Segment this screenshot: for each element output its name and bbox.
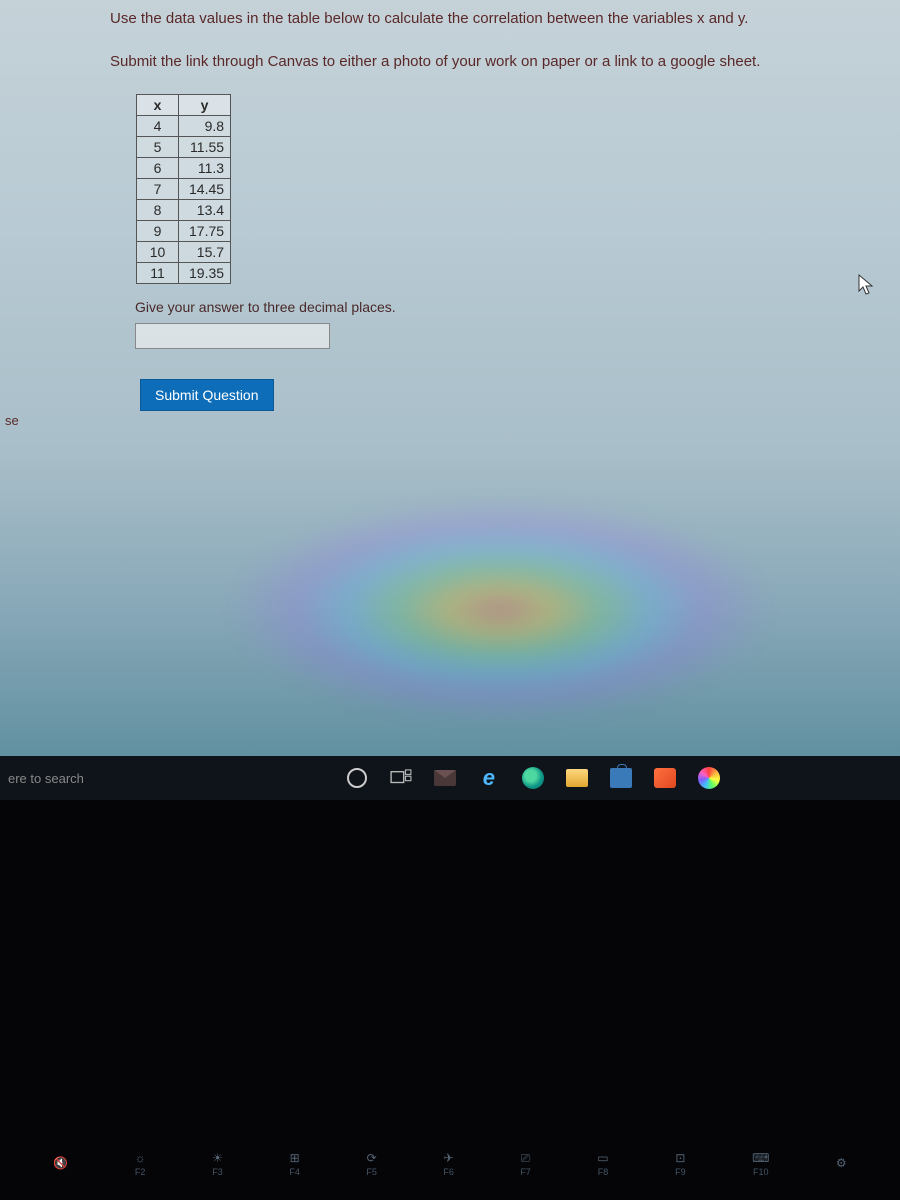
- edge-icon[interactable]: [520, 765, 546, 791]
- question-panel: Use the data values in the table below t…: [0, 0, 900, 431]
- data-table: x y 49.8 511.55 611.3 714.45 813.4 917.7…: [136, 94, 231, 284]
- cell-y: 17.75: [179, 221, 231, 242]
- fn-key-f8[interactable]: ▭F8: [597, 1152, 608, 1177]
- submit-question-button[interactable]: Submit Question: [140, 379, 274, 411]
- table-header-y: y: [179, 95, 231, 116]
- fn-key-f9[interactable]: ⊡F9: [675, 1152, 686, 1177]
- cell-y: 19.35: [179, 263, 231, 284]
- cell-y: 11.55: [179, 137, 231, 158]
- fn-key-f5[interactable]: ⟳F5: [366, 1152, 377, 1177]
- cell-x: 9: [137, 221, 179, 242]
- fn-key-f7[interactable]: ⎚F7: [520, 1152, 531, 1177]
- answer-prompt: Give your answer to three decimal places…: [135, 299, 880, 315]
- fn-key-f4[interactable]: ⊞F4: [289, 1152, 300, 1177]
- microsoft-store-icon[interactable]: [608, 765, 634, 791]
- internet-explorer-icon[interactable]: e: [476, 765, 502, 791]
- task-view-icon[interactable]: [388, 765, 414, 791]
- instruction-line-1: Use the data values in the table below t…: [110, 8, 880, 29]
- taskbar-icons-group: e: [344, 765, 722, 791]
- windows-taskbar[interactable]: ere to search e: [0, 756, 900, 800]
- fn-key-brightness-up[interactable]: ☀F3: [212, 1152, 223, 1177]
- cell-x: 11: [137, 263, 179, 284]
- table-row: 813.4: [137, 200, 231, 221]
- cortana-icon[interactable]: [344, 765, 370, 791]
- screen-glare: [160, 470, 840, 750]
- instruction-line-2: Submit the link through Canvas to either…: [110, 51, 880, 72]
- file-explorer-icon[interactable]: [564, 765, 590, 791]
- fn-key-f10[interactable]: ⌨F10: [752, 1152, 769, 1177]
- table-header-x: x: [137, 95, 179, 116]
- table-row: 1119.35: [137, 263, 231, 284]
- fn-key-mute[interactable]: 🔇: [53, 1157, 68, 1172]
- cursor-icon: [858, 274, 876, 303]
- cell-y: 15.7: [179, 242, 231, 263]
- fn-key-settings[interactable]: ⚙: [836, 1157, 847, 1172]
- app-icon-rainbow[interactable]: [696, 765, 722, 791]
- fn-key-brightness-down[interactable]: ☼F2: [135, 1152, 146, 1177]
- table-row: 917.75: [137, 221, 231, 242]
- below-screen-area: 🔇 ☼F2 ☀F3 ⊞F4 ⟳F5 ✈F6 ⎚F7 ▭F8 ⊡F9 ⌨F10 ⚙: [0, 800, 900, 1200]
- fn-key-f6[interactable]: ✈F6: [443, 1152, 454, 1177]
- cell-x: 6: [137, 158, 179, 179]
- cell-x: 5: [137, 137, 179, 158]
- taskbar-search-label[interactable]: ere to search: [0, 771, 84, 786]
- table-row: 714.45: [137, 179, 231, 200]
- cell-x: 7: [137, 179, 179, 200]
- table-row: 49.8: [137, 116, 231, 137]
- answer-input[interactable]: [135, 323, 330, 349]
- table-row: 1015.7: [137, 242, 231, 263]
- table-row: 611.3: [137, 158, 231, 179]
- cell-x: 4: [137, 116, 179, 137]
- cell-x: 8: [137, 200, 179, 221]
- cell-y: 13.4: [179, 200, 231, 221]
- cell-y: 14.45: [179, 179, 231, 200]
- screen-content: se Use the data values in the table belo…: [0, 0, 900, 760]
- cell-y: 9.8: [179, 116, 231, 137]
- mail-icon[interactable]: [432, 765, 458, 791]
- table-row: 511.55: [137, 137, 231, 158]
- cell-y: 11.3: [179, 158, 231, 179]
- app-icon-red[interactable]: [652, 765, 678, 791]
- cell-x: 10: [137, 242, 179, 263]
- left-panel-fragment: se: [0, 410, 24, 431]
- keyboard-function-row: 🔇 ☼F2 ☀F3 ⊞F4 ⟳F5 ✈F6 ⎚F7 ▭F8 ⊡F9 ⌨F10 ⚙: [0, 1140, 900, 1190]
